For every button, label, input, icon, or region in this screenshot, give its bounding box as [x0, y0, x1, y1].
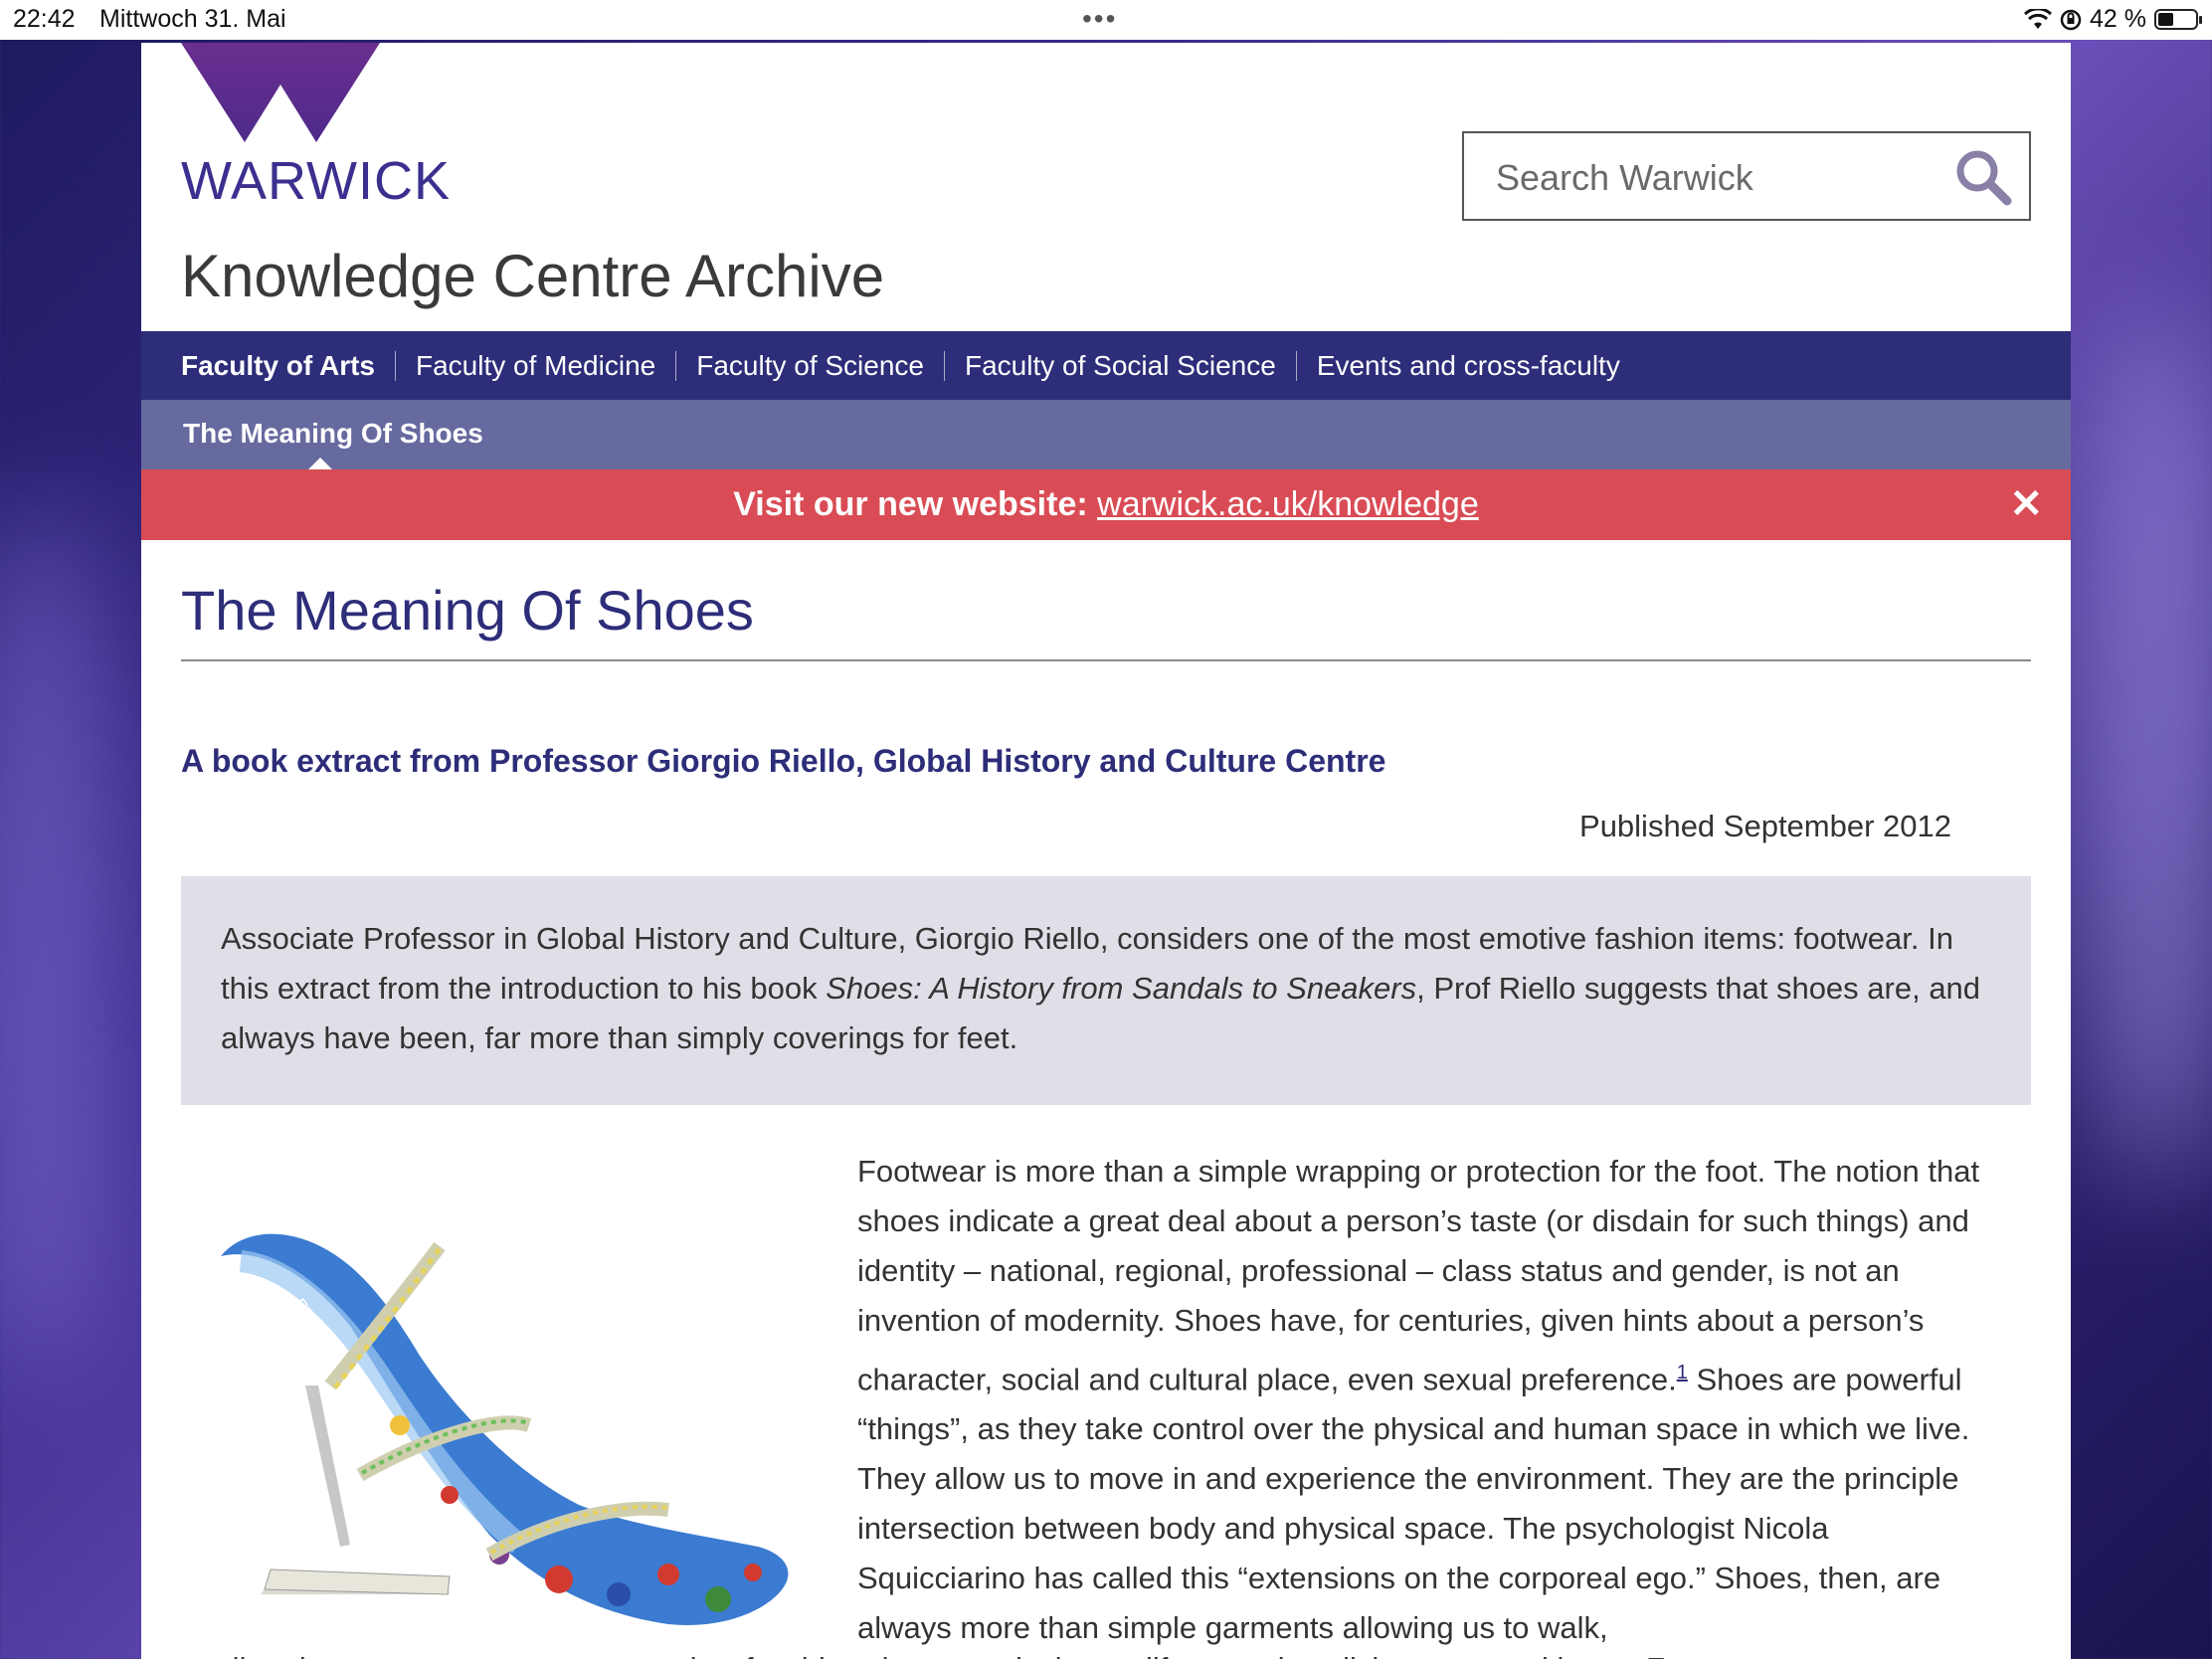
- status-right: 42 %: [2024, 5, 2202, 34]
- article-body-cutoff: stroll and … construct our own … and … f…: [181, 1644, 2031, 1659]
- search-icon[interactable]: [1953, 147, 2013, 207]
- warwick-logo-wordmark[interactable]: WARWICK: [181, 150, 451, 212]
- close-icon[interactable]: ✕: [2009, 469, 2043, 540]
- web-page: WARWICK Knowledge Centre Archive Faculty…: [141, 43, 2071, 1659]
- battery-icon: [2154, 9, 2202, 30]
- search-box: [1462, 131, 2031, 221]
- sub-nav: The Meaning Of Shoes: [141, 400, 2071, 469]
- nav-item-arts[interactable]: Faculty of Arts: [181, 350, 395, 381]
- nav-item-medicine[interactable]: Faculty of Medicine: [395, 350, 675, 381]
- battery-percent: 42 %: [2090, 5, 2146, 33]
- battery-fill: [2158, 13, 2174, 26]
- article-lead: A book extract from Professor Giorgio Ri…: [181, 743, 1386, 779]
- faculty-nav: Faculty of Arts Faculty of Medicine Facu…: [141, 331, 2071, 400]
- multitasking-dots-icon[interactable]: •••: [1082, 5, 1117, 33]
- article-body: Footwear is more than a simple wrapping …: [857, 1147, 1981, 1653]
- nav-item-events[interactable]: Events and cross-faculty: [1295, 350, 1640, 381]
- book-title: Shoes: A History from Sandals to Sneaker…: [826, 971, 1417, 1006]
- orientation-lock-icon: [2060, 9, 2082, 30]
- title-divider: [181, 659, 2031, 661]
- article-abstract: Associate Professor in Global History an…: [181, 876, 2031, 1105]
- site-title[interactable]: Knowledge Centre Archive: [181, 242, 884, 310]
- page-title: The Meaning Of Shoes: [181, 579, 754, 642]
- wallpaper-glow: [2079, 298, 2212, 1194]
- body-text-1: Footwear is more than a simple wrapping …: [857, 1154, 1980, 1397]
- status-bar: 22:42 Mittwoch 31. Mai ••• 42 %: [0, 0, 2212, 40]
- current-indicator-icon: [308, 458, 332, 469]
- published-date: Published September 2012: [1579, 809, 1951, 843]
- status-date: Mittwoch 31. Mai: [99, 5, 286, 33]
- search-input[interactable]: [1494, 151, 1955, 205]
- wifi-icon: [2024, 8, 2053, 29]
- status-time: 22:42: [13, 5, 76, 33]
- body-text-2: Shoes are powerful “things”, as they tak…: [857, 1362, 1970, 1646]
- subnav-current-page[interactable]: The Meaning Of Shoes: [183, 418, 483, 450]
- footnote-link[interactable]: 1: [1677, 1362, 1688, 1383]
- nav-item-science[interactable]: Faculty of Science: [675, 350, 944, 381]
- banner-text: Visit our new website:: [733, 485, 1088, 523]
- new-website-banner: Visit our new website: warwick.ac.uk/kno…: [141, 469, 2071, 540]
- nav-item-social-science[interactable]: Faculty of Social Science: [944, 350, 1296, 381]
- shoe-image: FENDI: [201, 1177, 837, 1632]
- wallpaper-glow: [0, 497, 119, 1392]
- banner-link[interactable]: warwick.ac.uk/knowledge: [1097, 485, 1479, 523]
- warwick-logo-mark-icon[interactable]: [181, 43, 380, 142]
